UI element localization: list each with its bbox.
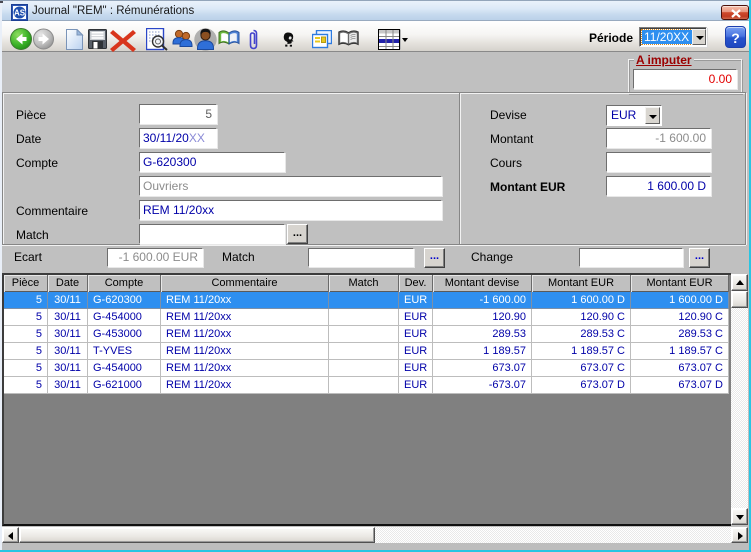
svg-text:AS: AS — [14, 9, 26, 18]
